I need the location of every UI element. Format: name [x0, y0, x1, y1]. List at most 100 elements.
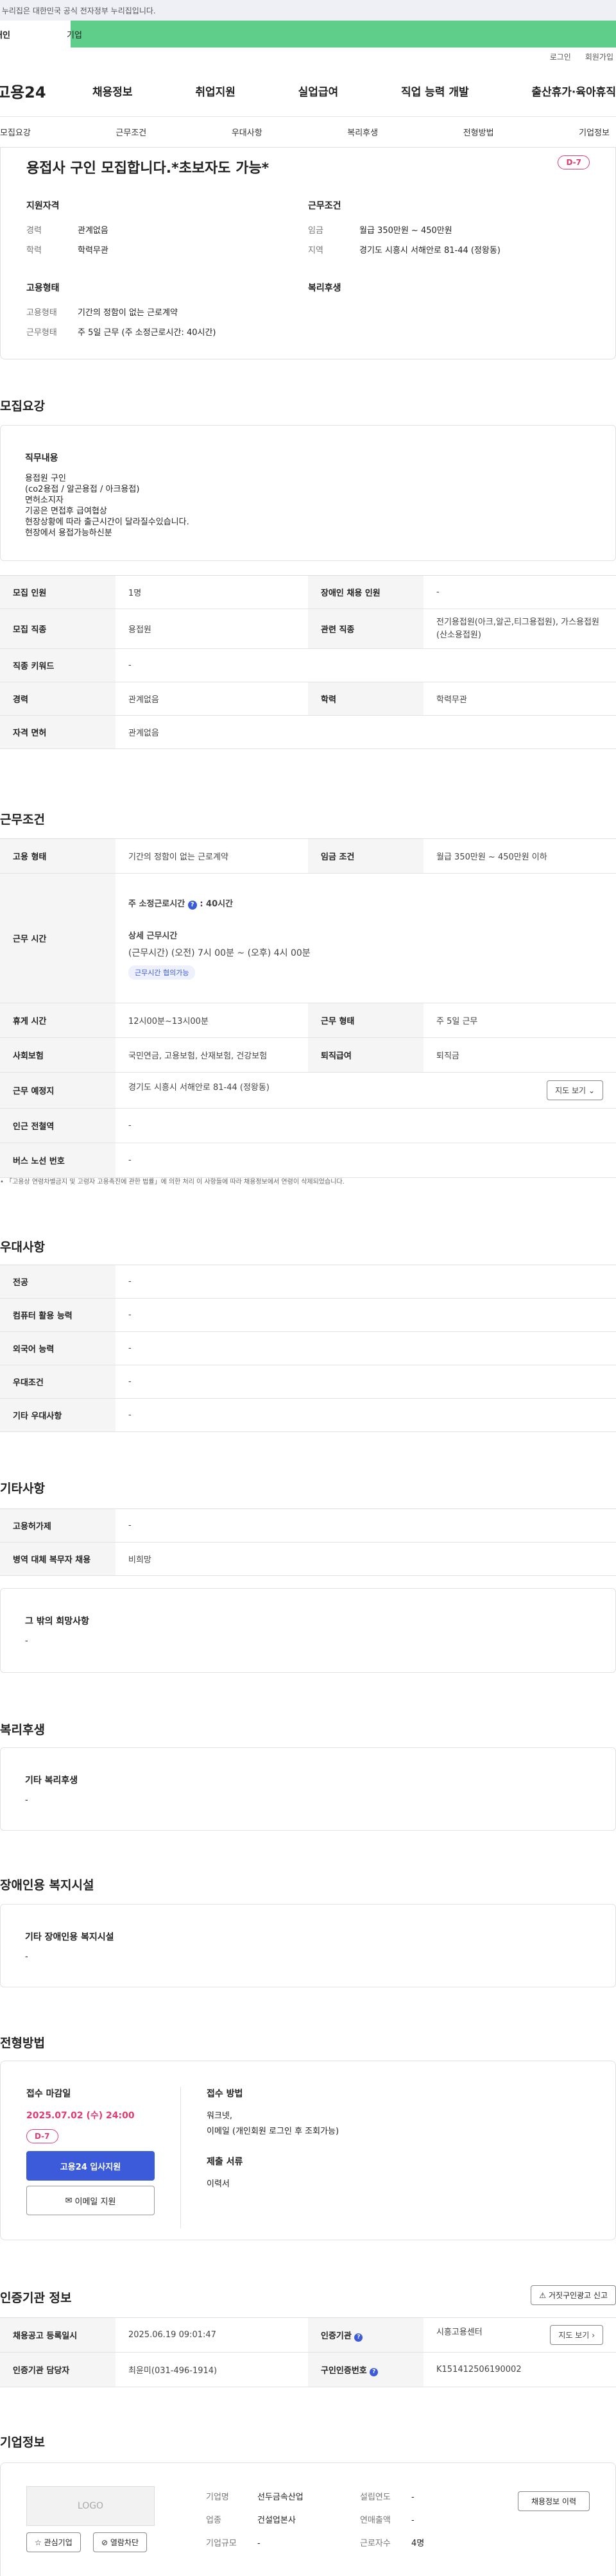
welfare-heading: 복리후생: [308, 283, 341, 293]
method-value-1: 워크넷,: [207, 2111, 233, 2121]
table-row: 근무 예정지 경기도 시흥시 서해안로 81-44 (정왕동) 지도 보기 ⌄: [0, 1072, 616, 1109]
gnb-item-parental-leave[interactable]: 출산휴가·육아휴직: [531, 83, 616, 99]
site-logo[interactable]: 고용24: [0, 80, 92, 102]
dday-badge: D-7: [558, 155, 590, 169]
career-value: 관계없음: [78, 226, 108, 236]
wage-label: 임금: [308, 226, 323, 236]
place-label: 근무 예정지: [0, 1072, 116, 1109]
gnb-item-skills[interactable]: 직업 능력 개발: [401, 83, 469, 99]
dday-badge: D-7: [26, 2129, 58, 2143]
wage-value: 월급 350만원 ~ 450만원: [359, 226, 452, 236]
email-apply-button[interactable]: ✉ 이메일 지원: [26, 2186, 155, 2215]
tab-personal[interactable]: 개인: [0, 21, 71, 48]
retire-label: 퇴직급여: [308, 1037, 424, 1073]
report-button[interactable]: ⚠ 거짓구인광고 신고: [531, 2285, 616, 2305]
keyword-value: -: [116, 648, 616, 682]
duty-title: 직무내용: [25, 453, 58, 463]
siren-icon: ⚠: [539, 2291, 547, 2300]
welfare-box: 기타 복리후생 -: [0, 1747, 616, 1831]
login-link[interactable]: 로그인: [550, 51, 571, 62]
insurance-value: 국민연금, 고용보험, 산재보험, 건강보험: [116, 1037, 308, 1073]
welfare-value: -: [25, 1795, 28, 1805]
tab-preference[interactable]: 우대사항: [232, 126, 262, 138]
company-employees: 4명: [411, 2539, 425, 2548]
chevron-down-icon: ⌄: [588, 1086, 595, 1095]
chevron-right-icon: ›: [592, 2331, 595, 2340]
tab-welfare[interactable]: 복리후생: [347, 126, 378, 138]
emp-value: 기간의 정함이 없는 근로계약: [116, 838, 308, 874]
gnb-item-employment-support[interactable]: 취업지원: [195, 83, 235, 99]
hours-detail-heading: 상세 근무시간: [128, 931, 178, 941]
related-value: 전기용접원(아크,알곤,티그용접원), 가스용접원(산소용접원): [424, 609, 616, 649]
gnb-item-unemployment-benefit[interactable]: 실업급여: [298, 83, 339, 99]
apply-button[interactable]: 고용24 입사지원: [26, 2151, 155, 2181]
deadline-heading: 접수 마감일: [26, 2089, 71, 2099]
employment-heading: 고용형태: [26, 283, 60, 293]
bus-label: 버스 노선 번호: [0, 1143, 116, 1178]
preference-table: 전공 - 컴퓨터 활용 능력 - 외국어 능력 - 우대조건 - 기타 우대사항 -: [0, 1265, 616, 1432]
rest-value: 12시00분~13시00분: [116, 1003, 308, 1038]
retire-value: 퇴직금: [424, 1037, 616, 1073]
table-row: 모집 인원 1명 장애인 채용 인원 -: [0, 575, 616, 609]
job-title: 용접사 구인 모집합니다.*초보자도 가능*: [26, 160, 270, 177]
gnb-menu: 채용정보 취업지원 실업급여 직업 능력 개발 출산휴가·육아휴직: [92, 83, 616, 99]
favorite-company-button[interactable]: ☆ 관심기업: [26, 2532, 81, 2552]
wish-box: 그 밖의 희망사항 -: [0, 1588, 616, 1673]
cert-table: 채용공고 등록일시 2025.06.19 09:01:47 인증기관 ? 시흥고…: [0, 2317, 616, 2387]
table-row: 전공 -: [0, 1265, 616, 1299]
preference-heading: 우대사항: [0, 1240, 45, 1254]
info-icon[interactable]: ?: [187, 901, 197, 910]
table-row: 채용공고 등록일시 2025.06.19 09:01:47 인증기관 ? 시흥고…: [0, 2317, 616, 2353]
cert-org-label: 인증기관 ?: [308, 2317, 424, 2353]
table-row: 병역 대체 복무자 채용 비희망: [0, 1542, 616, 1576]
duty-line: 기공은 면접후 급여협상: [25, 506, 107, 516]
info-icon[interactable]: ?: [354, 2333, 363, 2342]
table-row: 사회보험 국민연금, 고용보험, 산재보험, 건강보험 퇴직급여 퇴직금: [0, 1037, 616, 1073]
tab-conditions[interactable]: 근무조건: [116, 126, 146, 138]
map-button[interactable]: 지도 보기 ⌄: [547, 1080, 603, 1100]
block-icon: ⊘: [101, 2538, 108, 2547]
docs-heading: 제출 서류: [207, 2157, 243, 2167]
join-link[interactable]: 회원가입: [585, 51, 613, 62]
tab-company[interactable]: 기업: [67, 21, 616, 48]
emp-label: 고용 형태: [0, 838, 116, 874]
keyword-label: 직종 키워드: [0, 648, 116, 682]
company-size: -: [257, 2539, 261, 2548]
station-value: -: [116, 1108, 616, 1143]
welfare-section-heading: 복리후생: [0, 1723, 45, 1737]
star-icon: ☆: [35, 2538, 42, 2547]
table-row: 외국어 능력 -: [0, 1331, 616, 1365]
company-heading: 기업정보: [0, 2435, 45, 2450]
hiring-history-button[interactable]: 채용정보 이력: [517, 2491, 590, 2511]
wish-value: -: [25, 1636, 28, 1646]
disabled-label: 장애인 채용 인원: [308, 575, 424, 609]
tab-company[interactable]: 기업정보: [579, 126, 610, 138]
disabled-value: -: [424, 575, 616, 609]
table-row: 자격 면허 관계없음: [0, 715, 616, 749]
method-value-2: 이메일 (개인회원 로그인 후 조회가능): [207, 2127, 339, 2136]
table-row: 기타 우대사항 -: [0, 1398, 616, 1432]
tab-selection[interactable]: 전형방법: [463, 126, 494, 138]
tab-recruit[interactable]: 모집요강: [0, 126, 31, 138]
info-icon[interactable]: ?: [370, 2367, 379, 2376]
hours-main-label: 주 소정근로시간: [128, 899, 185, 909]
welfare-title: 기타 복리후생: [25, 1776, 78, 1786]
cert-map-button[interactable]: 지도 보기 ›: [550, 2325, 603, 2345]
block-company-button[interactable]: ⊘ 열람차단: [93, 2532, 148, 2552]
place-value: 경기도 시흥시 서해안로 81-44 (정왕동): [128, 1083, 270, 1093]
edu-value: 학력무관: [424, 682, 616, 716]
table-row: 근무 시간 주 소정근로시간 ? : 40시간 상세 근무시간 (근무시간) (…: [0, 873, 616, 1003]
etc-heading: 기타사항: [0, 1482, 45, 1496]
company-year: -: [411, 2493, 415, 2502]
edu-value: 학력무관: [78, 246, 108, 255]
hours-main-value: : 40시간: [200, 899, 234, 909]
work-type-value: 주 5일 근무 (주 소정근로시간: 40시간): [78, 328, 216, 338]
emp-type-value: 기간의 정함이 없는 근로계약: [78, 308, 178, 318]
recruit-table: 모집 인원 1명 장애인 채용 인원 - 모집 직종 용접원 관련 직종 전기용…: [0, 575, 616, 749]
gnb-item-jobs[interactable]: 채용정보: [92, 83, 133, 99]
top-links: 로그인 회원가입: [0, 48, 616, 65]
disabled-facility-heading: 장애인용 복지시설: [0, 1878, 94, 1892]
work-type-label: 근무형태: [26, 328, 57, 338]
company-industry: 건설업본사: [257, 2516, 296, 2525]
table-row: 고용허가제 -: [0, 1508, 616, 1543]
